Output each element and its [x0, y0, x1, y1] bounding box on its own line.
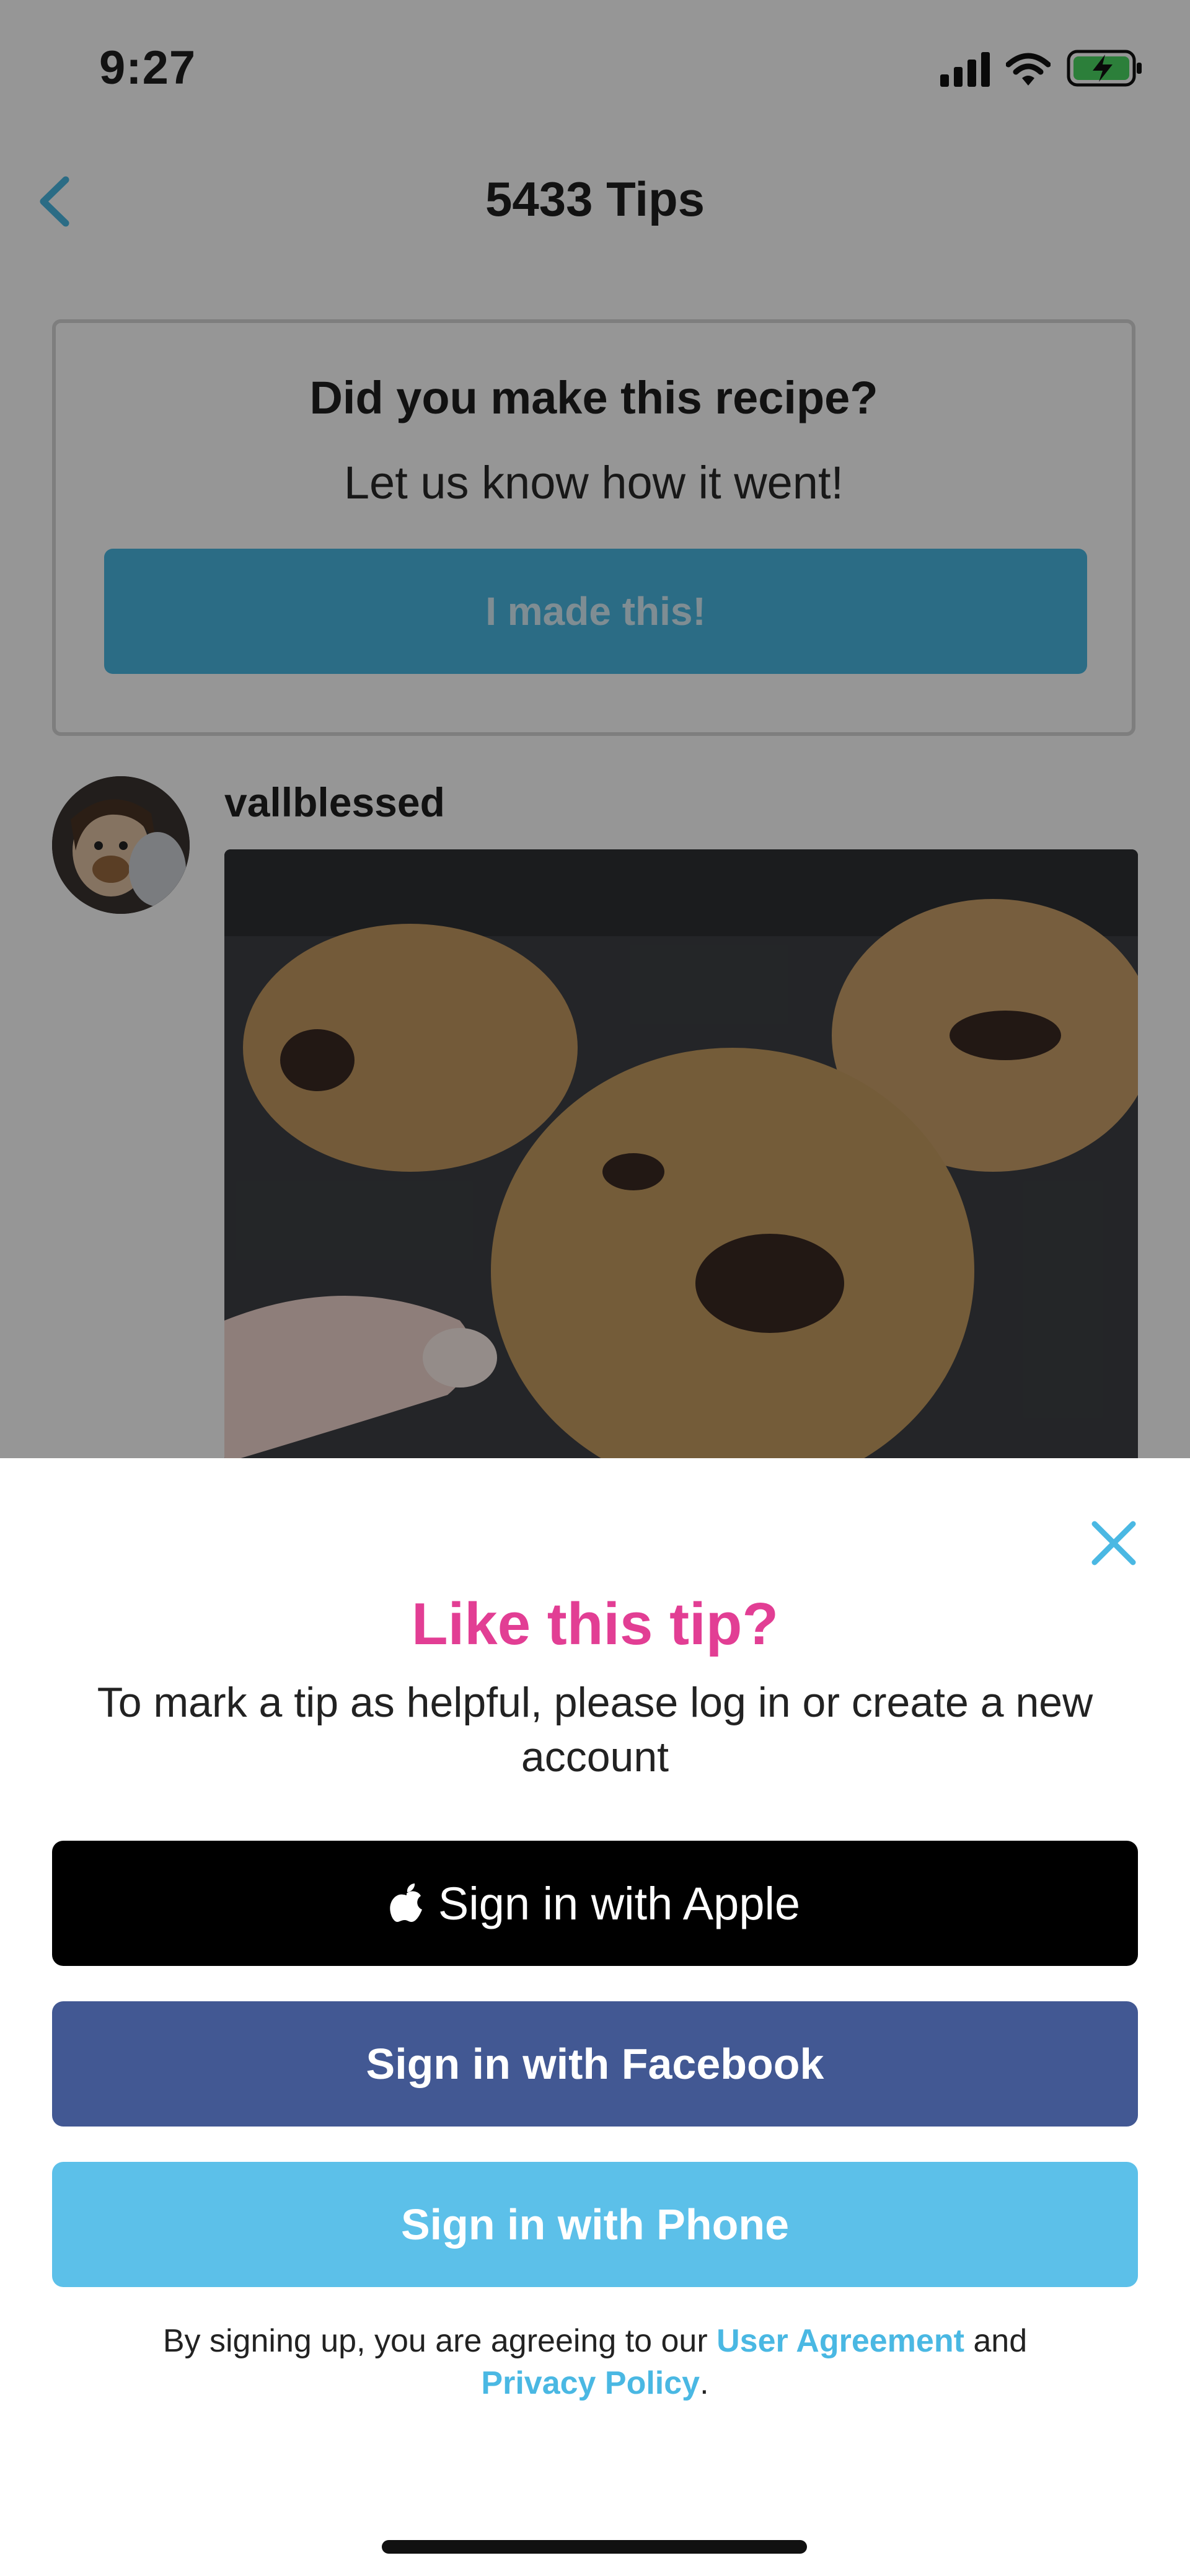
sheet-message: To mark a tip as helpful, please log in …: [97, 1679, 1093, 1781]
user-agreement-link[interactable]: User Agreement: [716, 2323, 964, 2359]
login-bottom-sheet: Like this tip? To mark a tip as helpful,…: [0, 1458, 1190, 2576]
sheet-title: Like this tip?: [411, 1591, 779, 1657]
modal-backdrop[interactable]: [0, 0, 1190, 1460]
sign-in-apple-label: Sign in with Apple: [438, 1877, 801, 1929]
legal-notice: By signing up, you are agreeing to our U…: [99, 2320, 1091, 2404]
sign-in-apple-button[interactable]: Sign in with Apple: [52, 1841, 1138, 1966]
privacy-policy-link[interactable]: Privacy Policy: [481, 2365, 700, 2401]
sign-in-phone-button[interactable]: Sign in with Phone: [52, 2162, 1138, 2287]
apple-icon: [390, 1883, 422, 1922]
close-icon[interactable]: [1086, 1515, 1142, 1571]
sign-in-facebook-button[interactable]: Sign in with Facebook: [52, 2001, 1138, 2127]
legal-prefix: By signing up, you are agreeing to our: [162, 2323, 708, 2359]
legal-and: and: [973, 2323, 1028, 2359]
legal-suffix: .: [700, 2365, 709, 2401]
home-indicator[interactable]: [382, 2540, 807, 2554]
